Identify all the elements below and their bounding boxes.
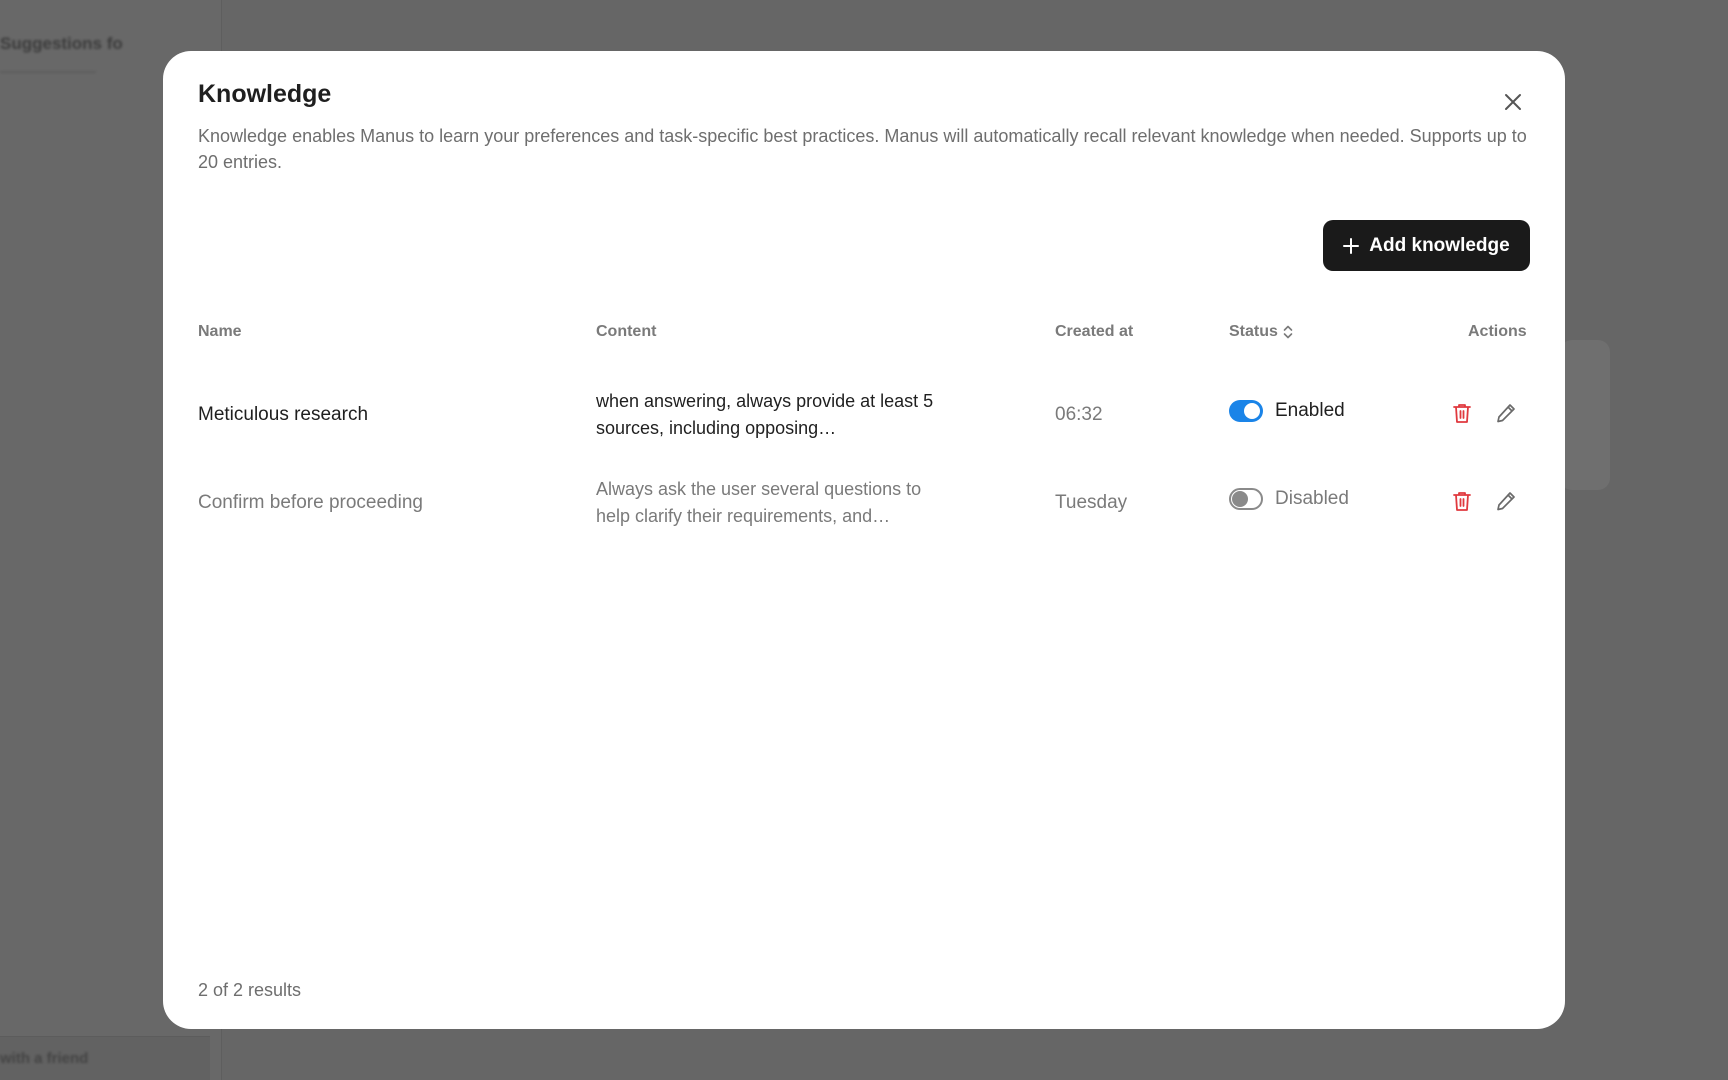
column-header-status[interactable]: Status <box>1229 323 1294 341</box>
row-content: Always ask the user several questions to… <box>596 479 922 526</box>
row-created-at: 06:32 <box>1055 404 1103 425</box>
row-status: Enabled <box>1229 400 1345 422</box>
status-label: Disabled <box>1275 488 1349 509</box>
row-created-at: Tuesday <box>1055 492 1128 513</box>
pencil-icon <box>1497 404 1515 423</box>
status-label: Enabled <box>1275 400 1345 421</box>
delete-button[interactable] <box>1449 488 1475 514</box>
plus-icon <box>1343 237 1360 254</box>
edit-button[interactable] <box>1493 400 1519 426</box>
delete-button[interactable] <box>1449 400 1475 426</box>
background-sidebar-title: Suggestions fo <box>0 34 123 53</box>
toggle-knob <box>1232 491 1248 507</box>
column-header-actions: Actions <box>1468 323 1527 340</box>
results-count: 2 of 2 results <box>198 980 302 1000</box>
column-header-content: Content <box>596 323 657 340</box>
row-name: Meticulous research <box>198 404 369 425</box>
modal-title: Knowledge <box>198 80 332 108</box>
background-bottom-label: with a friend <box>0 1050 89 1067</box>
table-row[interactable]: Meticulous research when answering, alwa… <box>163 371 1565 459</box>
add-knowledge-button[interactable]: Add knowledge <box>1323 220 1530 271</box>
background-sidebar-subtitle: ———————— <box>0 64 96 78</box>
table-row[interactable]: Confirm before proceeding Always ask the… <box>163 459 1565 547</box>
toggle-knob <box>1244 403 1260 419</box>
row-actions <box>1449 488 1519 514</box>
knowledge-modal: Knowledge Knowledge enables Manus to lea… <box>163 51 1565 1029</box>
edit-button[interactable] <box>1493 488 1519 514</box>
row-status: Disabled <box>1229 488 1349 510</box>
add-knowledge-label: Add knowledge <box>1369 234 1510 256</box>
column-header-status-label: Status <box>1229 323 1278 340</box>
status-toggle[interactable] <box>1229 488 1263 510</box>
sort-icon <box>1283 325 1293 339</box>
row-name: Confirm before proceeding <box>198 492 423 513</box>
column-header-name: Name <box>198 323 242 340</box>
trash-icon <box>1453 404 1471 423</box>
pencil-icon <box>1497 492 1515 511</box>
row-content: when answering, always provide at least … <box>596 391 934 438</box>
row-actions <box>1449 400 1519 426</box>
close-button[interactable] <box>1498 87 1528 117</box>
background-card <box>1560 340 1610 490</box>
close-icon <box>1505 94 1521 110</box>
modal-description: Knowledge enables Manus to learn your pr… <box>198 126 1527 172</box>
column-header-created-at: Created at <box>1055 323 1134 340</box>
status-toggle[interactable] <box>1229 400 1263 422</box>
trash-icon <box>1453 492 1471 511</box>
